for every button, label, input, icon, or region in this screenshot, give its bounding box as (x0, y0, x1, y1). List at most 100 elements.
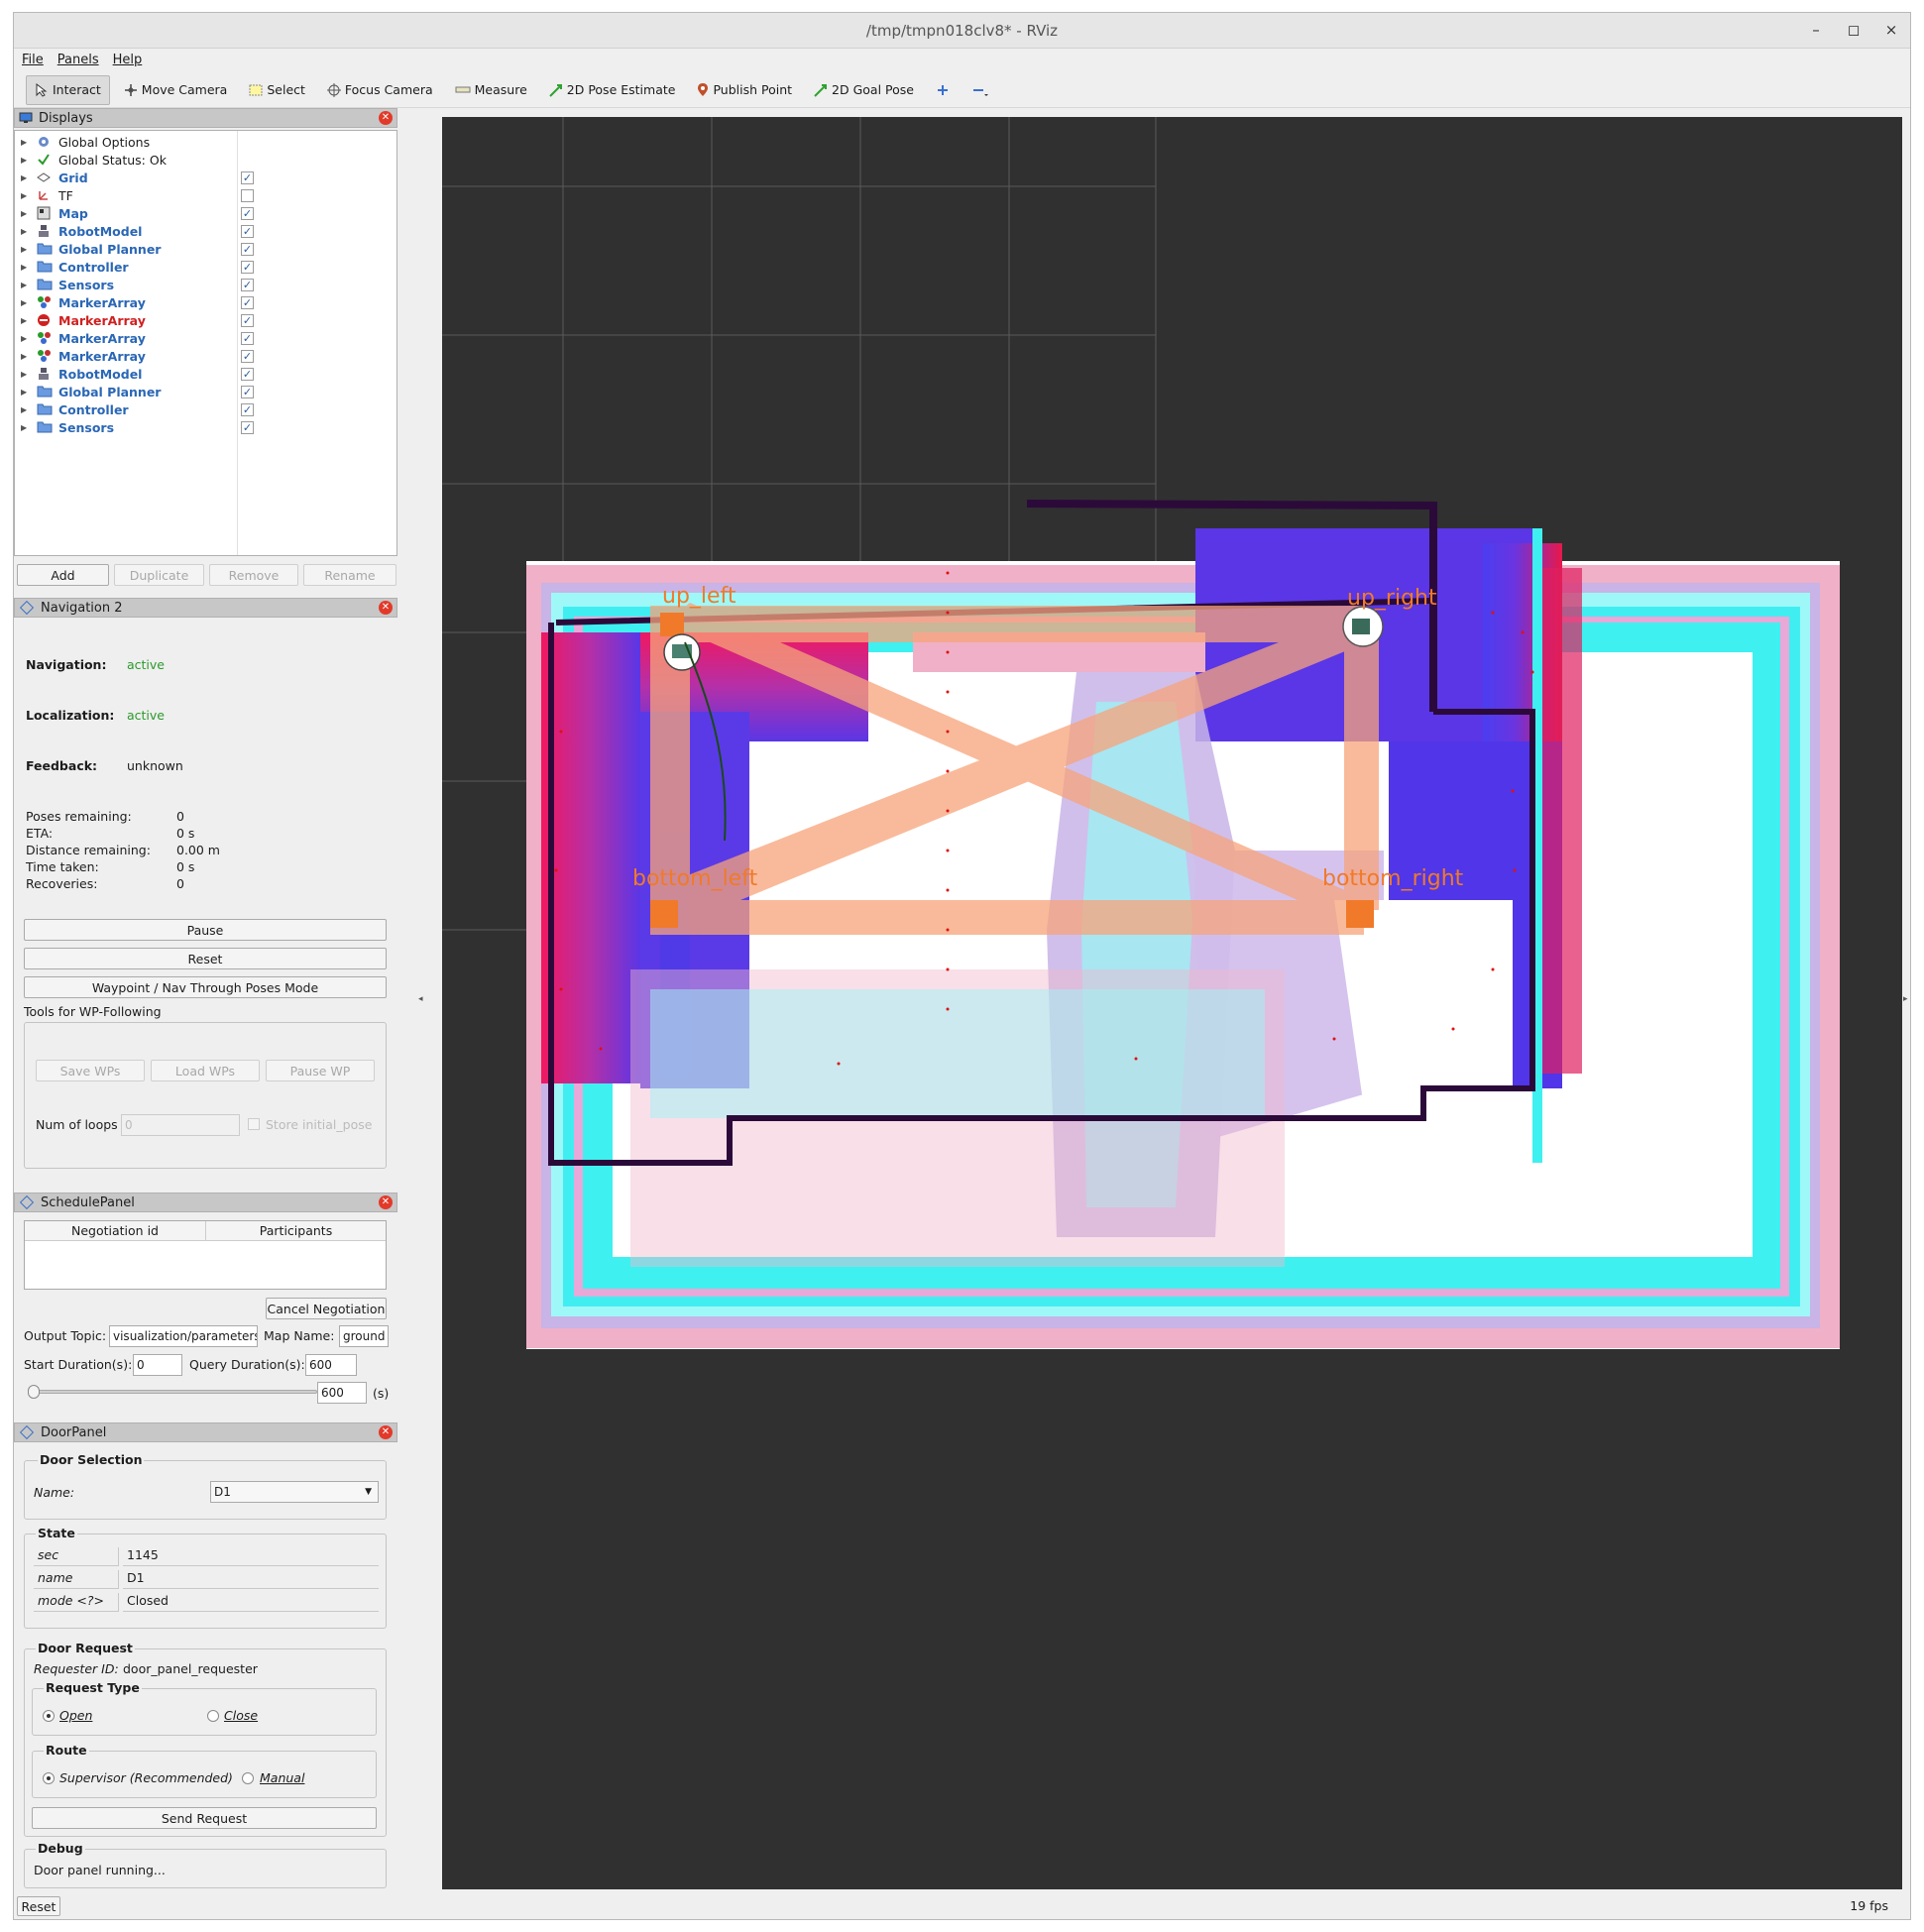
expand-arrow-icon[interactable]: ▶ (21, 334, 27, 343)
publish-point-tool-button[interactable]: Publish Point (689, 75, 800, 105)
menu-file[interactable]: File (22, 53, 44, 67)
door-name-select[interactable]: D1 ▼ (210, 1481, 379, 1503)
menu-panels[interactable]: Panels (57, 53, 99, 67)
display-item[interactable]: ▶ Global Planner ✓ (15, 383, 398, 400)
expand-arrow-icon[interactable]: ▶ (21, 423, 27, 432)
manual-radio[interactable] (242, 1772, 254, 1784)
minimize-button[interactable]: – (1807, 19, 1825, 41)
remove-display-button[interactable]: Remove (209, 564, 298, 586)
maximize-button[interactable]: ◻ (1845, 19, 1863, 41)
add-display-button[interactable]: Add (17, 564, 109, 586)
expand-arrow-icon[interactable]: ▶ (21, 405, 27, 414)
store-initial-pose-checkbox[interactable] (248, 1118, 260, 1130)
display-enabled-checkbox[interactable]: ✓ (241, 295, 254, 309)
expand-arrow-icon[interactable]: ▶ (21, 138, 27, 147)
duration-slider-track[interactable] (28, 1385, 317, 1399)
pause-wp-button[interactable]: Pause WP (266, 1060, 375, 1081)
display-enabled-checkbox[interactable]: ✓ (241, 313, 254, 327)
expand-arrow-icon[interactable]: ▶ (21, 156, 27, 165)
display-item[interactable]: ▶ Map ✓ (15, 204, 398, 222)
display-item[interactable]: ▶ MarkerArray ✓ (15, 293, 398, 311)
display-item[interactable]: ▶ MarkerArray ✓ (15, 347, 398, 365)
expand-arrow-icon[interactable]: ▶ (21, 191, 27, 200)
duplicate-display-button[interactable]: Duplicate (114, 564, 204, 586)
expand-arrow-icon[interactable]: ▶ (21, 227, 27, 236)
display-enabled-checkbox[interactable]: ✓ (241, 402, 254, 416)
render-viewport[interactable]: up_left up_right bottom_left bottom_righ… (442, 117, 1902, 1889)
close-panel-icon[interactable]: ✕ (379, 111, 393, 125)
measure-tool-button[interactable]: Measure (447, 75, 535, 105)
close-button[interactable]: × (1882, 19, 1900, 41)
display-item[interactable]: ▶ MarkerArray ✓ (15, 311, 398, 329)
send-request-button[interactable]: Send Request (32, 1807, 377, 1829)
open-radio[interactable] (43, 1710, 55, 1722)
duration-slider-handle[interactable] (28, 1385, 40, 1399)
column-header-participants[interactable]: Participants (206, 1221, 386, 1241)
waypoint-mode-button[interactable]: Waypoint / Nav Through Poses Mode (24, 976, 387, 998)
display-item[interactable]: ▶ Global Planner ✓ (15, 240, 398, 258)
display-item[interactable]: ▶ RobotModel ✓ (15, 222, 398, 240)
add-tool-button[interactable] (928, 75, 958, 105)
start-duration-input[interactable]: 0 (133, 1354, 182, 1376)
query-duration-input[interactable]: 600 (305, 1354, 357, 1376)
expand-arrow-icon[interactable]: ▶ (21, 281, 27, 289)
display-enabled-checkbox[interactable] (241, 188, 254, 202)
expand-arrow-icon[interactable]: ▶ (21, 173, 27, 182)
display-item[interactable]: ▶ Grid ✓ (15, 169, 398, 186)
display-item[interactable]: ▶ TF (15, 186, 398, 204)
rename-display-button[interactable]: Rename (303, 564, 396, 586)
viewport-canvas[interactable]: up_left up_right bottom_left bottom_righ… (442, 117, 1902, 1889)
display-item[interactable]: ▶ Controller ✓ (15, 258, 398, 276)
display-enabled-checkbox[interactable]: ✓ (241, 385, 254, 398)
display-enabled-checkbox[interactable]: ✓ (241, 224, 254, 238)
num-loops-input[interactable]: 0 (121, 1114, 240, 1136)
supervisor-radio[interactable] (43, 1772, 55, 1784)
display-item[interactable]: ▶ Sensors ✓ (15, 276, 398, 293)
reset-view-button[interactable]: Reset (17, 1896, 60, 1916)
cancel-negotiation-button[interactable]: Cancel Negotiation (266, 1298, 387, 1319)
display-enabled-checkbox[interactable]: ✓ (241, 367, 254, 381)
goal-pose-tool-button[interactable]: 2D Goal Pose (806, 75, 922, 105)
display-enabled-checkbox[interactable]: ✓ (241, 278, 254, 291)
negotiation-table[interactable]: Negotiation id Participants (24, 1220, 387, 1290)
pause-button[interactable]: Pause (24, 919, 387, 941)
display-item[interactable]: ▶ MarkerArray ✓ (15, 329, 398, 347)
reset-button[interactable]: Reset (24, 948, 387, 969)
expand-arrow-icon[interactable]: ▶ (21, 298, 27, 307)
remove-tool-button[interactable] (963, 75, 997, 105)
display-item[interactable]: ▶ Controller ✓ (15, 400, 398, 418)
display-enabled-checkbox[interactable]: ✓ (241, 170, 254, 184)
display-enabled-checkbox[interactable]: ✓ (241, 420, 254, 434)
expand-arrow-icon[interactable]: ▶ (21, 388, 27, 397)
close-radio[interactable] (207, 1710, 219, 1722)
focus-camera-tool-button[interactable]: Focus Camera (319, 75, 441, 105)
display-item[interactable]: ▶ Global Options (15, 133, 398, 151)
select-tool-button[interactable]: Select (241, 75, 313, 105)
save-wps-button[interactable]: Save WPs (36, 1060, 145, 1081)
column-header-negotiation[interactable]: Negotiation id (25, 1221, 206, 1241)
display-item[interactable]: ▶ Sensors ✓ (15, 418, 398, 436)
interact-tool-button[interactable]: Interact (26, 74, 110, 105)
display-enabled-checkbox[interactable]: ✓ (241, 242, 254, 256)
close-panel-icon[interactable]: ✕ (379, 601, 393, 615)
expand-arrow-icon[interactable]: ▶ (21, 370, 27, 379)
display-item[interactable]: ▶ RobotModel ✓ (15, 365, 398, 383)
load-wps-button[interactable]: Load WPs (151, 1060, 260, 1081)
slider-value-input[interactable]: 600 (317, 1382, 367, 1404)
collapse-right-arrow-icon[interactable]: ▸ (1903, 994, 1908, 1004)
output-topic-input[interactable]: visualization/parameters (109, 1325, 258, 1347)
close-panel-icon[interactable]: ✕ (379, 1425, 393, 1439)
menu-help[interactable]: Help (113, 53, 143, 67)
expand-arrow-icon[interactable]: ▶ (21, 352, 27, 361)
expand-arrow-icon[interactable]: ▶ (21, 209, 27, 218)
pose-estimate-tool-button[interactable]: 2D Pose Estimate (541, 75, 684, 105)
display-item[interactable]: ▶ Global Status: Ok (15, 151, 398, 169)
display-enabled-checkbox[interactable]: ✓ (241, 349, 254, 363)
map-name-input[interactable]: ground (339, 1325, 389, 1347)
collapse-left-arrow-icon[interactable]: ◂ (418, 994, 423, 1004)
display-enabled-checkbox[interactable]: ✓ (241, 206, 254, 220)
expand-arrow-icon[interactable]: ▶ (21, 316, 27, 325)
expand-arrow-icon[interactable]: ▶ (21, 263, 27, 272)
move-camera-tool-button[interactable]: Move Camera (116, 75, 236, 105)
expand-arrow-icon[interactable]: ▶ (21, 245, 27, 254)
